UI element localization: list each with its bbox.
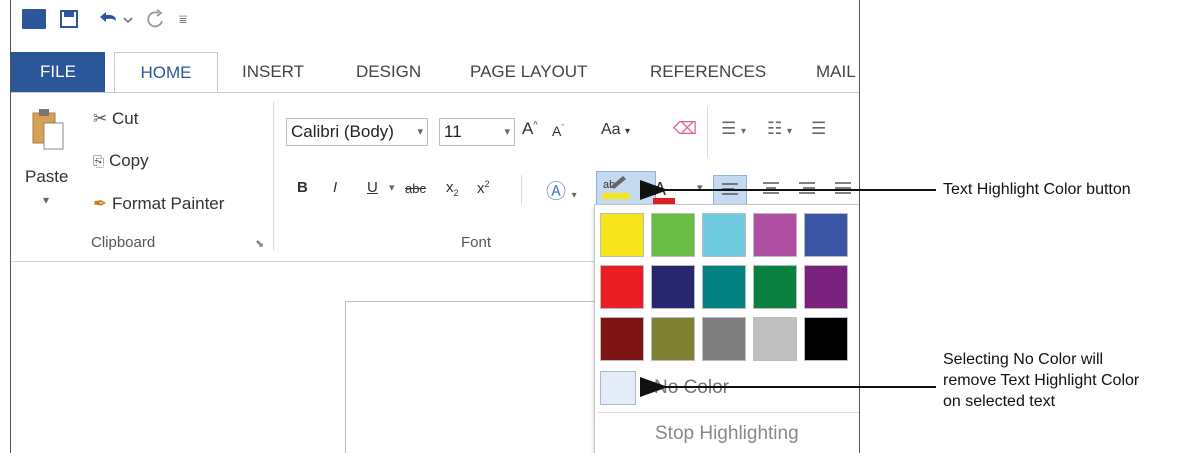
callout-no-color-line-3: on selected text xyxy=(943,393,1056,410)
callout-no-color-line-1: Selecting No Color will xyxy=(943,351,1104,368)
callout-no-color: Selecting No Color will remove Text High… xyxy=(943,349,1139,412)
callout-highlight-button: Text Highlight Color button xyxy=(943,181,1131,198)
callout-no-color-line-2: remove Text Highlight Color xyxy=(943,372,1140,389)
